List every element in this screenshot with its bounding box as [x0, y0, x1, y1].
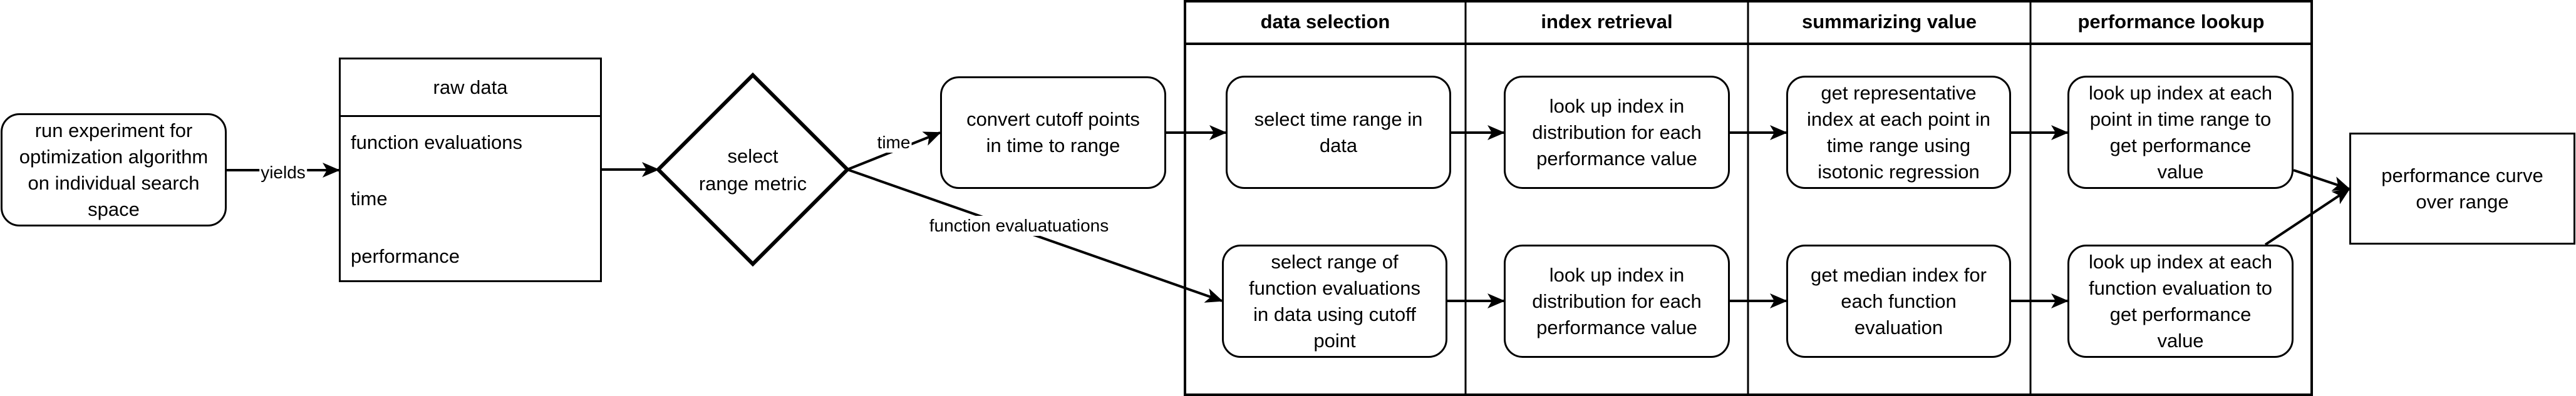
- raw-data-title: raw data: [341, 59, 600, 117]
- raw-data-field-time: time: [351, 188, 388, 210]
- isotonic-regression-node[interactable]: get representative index at each point i…: [1786, 76, 2011, 189]
- raw-data-field-function-evaluations: function evaluations: [351, 131, 523, 153]
- edge-time-to-end: [2293, 169, 2351, 191]
- raw-data-container[interactable]: raw data function evaluations time perfo…: [339, 58, 602, 282]
- select-fe-range-node[interactable]: select range of function evaluations in …: [1222, 245, 1447, 358]
- lane-header-performance-lookup: performance lookup: [2077, 11, 2265, 33]
- median-index-node[interactable]: get median index for each function evalu…: [1786, 245, 2011, 358]
- convert-cutoff-node[interactable]: convert cutoff points in time to range: [940, 76, 1166, 189]
- select-time-range-node[interactable]: select time range in data: [1226, 76, 1451, 189]
- time-performance-lookup-node[interactable]: look up index at each point in time rang…: [2067, 76, 2294, 189]
- edge-time-label: time: [876, 133, 912, 153]
- lane-header-data-selection: data selection: [1260, 11, 1390, 33]
- time-performance-lookup-label: look up index at each point in time rang…: [2089, 81, 2272, 183]
- end-node-label: performance curve over range: [2381, 164, 2543, 213]
- fe-index-lookup-node[interactable]: look up index in distribution for each p…: [1504, 245, 1730, 358]
- lane-header-summarizing-value: summarizing value: [1801, 11, 1977, 33]
- time-index-lookup-label: look up index in distribution for each p…: [1532, 94, 1702, 170]
- edge-fe-to-end: [2264, 188, 2351, 246]
- select-fe-range-label: select range of function evaluations in …: [1248, 250, 1421, 352]
- start-node[interactable]: run experiment for optimization algorith…: [1, 113, 227, 226]
- isotonic-regression-label: get representative index at each point i…: [1807, 81, 1990, 183]
- median-index-label: get median index for each function evalu…: [1811, 263, 1987, 338]
- edge-function-evaluations-label: function evaluatuations: [928, 216, 1110, 236]
- edge-yields-label: yields: [259, 163, 307, 183]
- time-index-lookup-node[interactable]: look up index in distribution for each p…: [1504, 76, 1730, 189]
- end-node[interactable]: performance curve over range: [2349, 133, 2575, 245]
- fe-performance-lookup-node[interactable]: look up index at each function evaluatio…: [2067, 245, 2294, 358]
- lane-header-index-retrieval: index retrieval: [1541, 11, 1673, 33]
- fe-index-lookup-label: look up index in distribution for each p…: [1532, 263, 1702, 338]
- select-time-range-label: select time range in data: [1254, 108, 1423, 156]
- start-node-label: run experiment for optimization algorith…: [19, 119, 209, 220]
- fe-performance-lookup-label: look up index at each function evaluatio…: [2089, 250, 2272, 352]
- decision-label: select range metric: [698, 145, 807, 195]
- convert-cutoff-label: convert cutoff points in time to range: [966, 108, 1140, 156]
- raw-data-field-performance: performance: [351, 245, 460, 267]
